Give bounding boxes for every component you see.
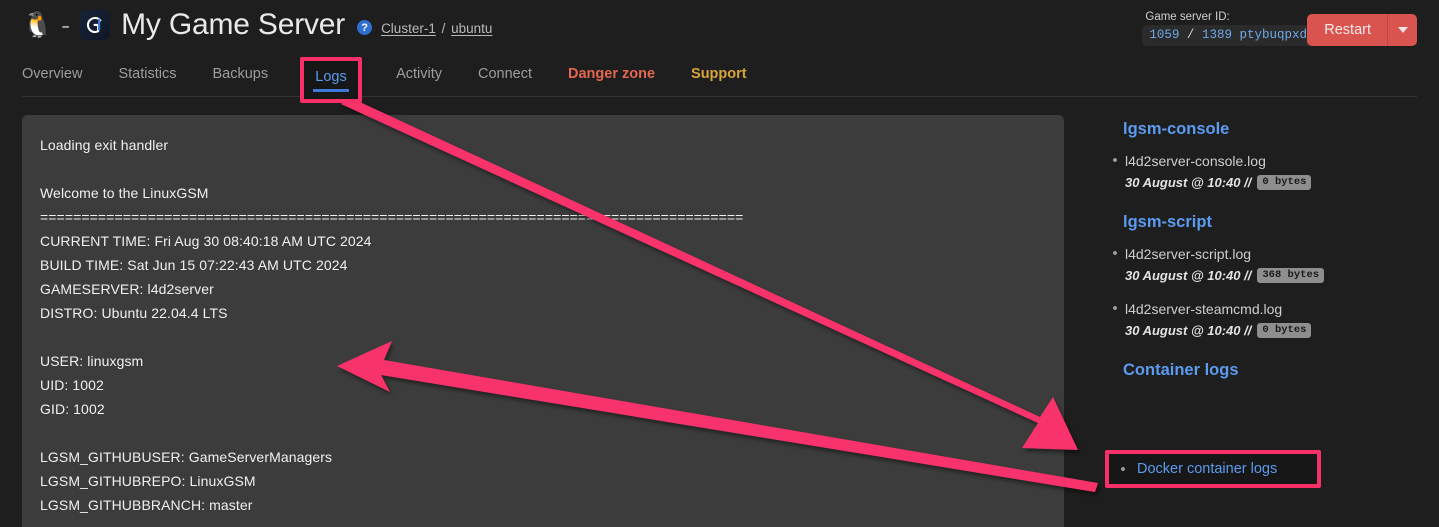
- server-id-second: 1389: [1201, 28, 1232, 42]
- title-row: 🐧 - My Game Server ? Cluster-1 / ubuntu: [22, 8, 492, 42]
- log-file-date: 30 August @ 10:40 //: [1125, 323, 1252, 338]
- log-file-name[interactable]: l4d2server-steamcmd.log: [1125, 301, 1282, 317]
- tux-penguin-icon: 🐧: [22, 10, 54, 39]
- nav-divider: [22, 96, 1417, 97]
- log-group-heading[interactable]: lgsm-script: [1123, 213, 1425, 232]
- docker-logs-highlight: • Docker container logs: [1105, 450, 1321, 488]
- log-file-name[interactable]: l4d2server-console.log: [1125, 153, 1266, 169]
- server-id-slash: /: [1186, 28, 1195, 42]
- tab-statistics[interactable]: Statistics: [118, 58, 176, 82]
- log-output-panel[interactable]: Loading exit handler Welcome to the Linu…: [22, 115, 1064, 527]
- server-id-label: Game server ID:: [1145, 11, 1230, 23]
- log-file-size-badge: 0 bytes: [1257, 175, 1312, 190]
- log-file-name[interactable]: l4d2server-script.log: [1125, 246, 1251, 262]
- breadcrumb-node-link[interactable]: ubuntu: [451, 21, 492, 36]
- chevron-down-icon: [1397, 27, 1408, 33]
- logs-tab-highlight: Logs: [300, 57, 362, 103]
- page-header: 🐧 - My Game Server ? Cluster-1 / ubuntu …: [0, 0, 1439, 58]
- main-nav: Overview Statistics Backups Activity Con…: [0, 58, 1439, 100]
- tab-support[interactable]: Support: [691, 58, 747, 82]
- log-group-heading[interactable]: lgsm-console: [1123, 120, 1425, 139]
- breadcrumb: Cluster-1 / ubuntu: [381, 21, 492, 36]
- bullet-icon: •: [1120, 460, 1126, 478]
- container-logs-heading[interactable]: Container logs: [1123, 361, 1425, 380]
- nav-tab-list: Overview Statistics Backups Activity Con…: [22, 58, 783, 96]
- restart-button-group: Restart: [1307, 14, 1417, 46]
- tab-logs[interactable]: Logs: [304, 69, 358, 85]
- bullet-icon: •: [1112, 300, 1118, 317]
- help-circle-icon[interactable]: ?: [357, 20, 373, 35]
- log-file-date: 30 August @ 10:40 //: [1125, 268, 1252, 283]
- tab-logs-active-underline: [313, 89, 349, 92]
- log-group-lgsm-console: lgsm-console • l4d2server-console.log 30…: [1105, 120, 1425, 191]
- log-group-container-logs: Container logs: [1105, 361, 1425, 380]
- page-title: My Game Server: [121, 8, 346, 41]
- title-dash: -: [61, 9, 71, 40]
- log-file-item[interactable]: • l4d2server-script.log 30 August @ 10:4…: [1105, 245, 1425, 284]
- log-file-size-badge: 0 bytes: [1257, 323, 1312, 338]
- tab-backups[interactable]: Backups: [212, 58, 268, 82]
- breadcrumb-separator: /: [441, 20, 446, 36]
- log-files-sidebar: lgsm-console • l4d2server-console.log 30…: [1105, 120, 1425, 396]
- log-file-meta: 30 August @ 10:40 // 0 bytes: [1125, 174, 1425, 191]
- restart-button[interactable]: Restart: [1307, 14, 1387, 46]
- log-file-item[interactable]: • l4d2server-steamcmd.log 30 August @ 10…: [1105, 300, 1425, 339]
- server-id-block: Game server ID: 1059 / 1389 ptybuqpxd: [1142, 11, 1314, 46]
- log-output-text: Loading exit handler Welcome to the Linu…: [40, 137, 744, 513]
- log-file-size-badge: 368 bytes: [1257, 268, 1325, 283]
- log-group-lgsm-script: lgsm-script • l4d2server-script.log 30 A…: [1105, 213, 1425, 339]
- log-file-meta: 30 August @ 10:40 // 368 bytes: [1125, 267, 1425, 284]
- game-server-logo-icon: [80, 10, 111, 40]
- restart-dropdown-toggle[interactable]: [1387, 14, 1417, 46]
- tab-activity[interactable]: Activity: [396, 58, 442, 82]
- tab-danger-zone[interactable]: Danger zone: [568, 58, 655, 82]
- log-file-item[interactable]: • l4d2server-console.log 30 August @ 10:…: [1105, 152, 1425, 191]
- log-file-meta: 30 August @ 10:40 // 0 bytes: [1125, 322, 1425, 339]
- bullet-icon: •: [1112, 245, 1118, 262]
- tab-connect[interactable]: Connect: [478, 58, 532, 82]
- docker-container-logs-link[interactable]: Docker container logs: [1137, 461, 1277, 477]
- server-id-value[interactable]: 1059 / 1389 ptybuqpxd: [1142, 25, 1314, 46]
- log-file-date: 30 August @ 10:40 //: [1125, 175, 1252, 190]
- server-id-hash: ptybuqpxd: [1239, 28, 1307, 42]
- breadcrumb-cluster-link[interactable]: Cluster-1: [381, 21, 436, 36]
- server-id-first: 1059: [1149, 28, 1180, 42]
- tab-overview[interactable]: Overview: [22, 58, 82, 82]
- bullet-icon: •: [1112, 152, 1118, 169]
